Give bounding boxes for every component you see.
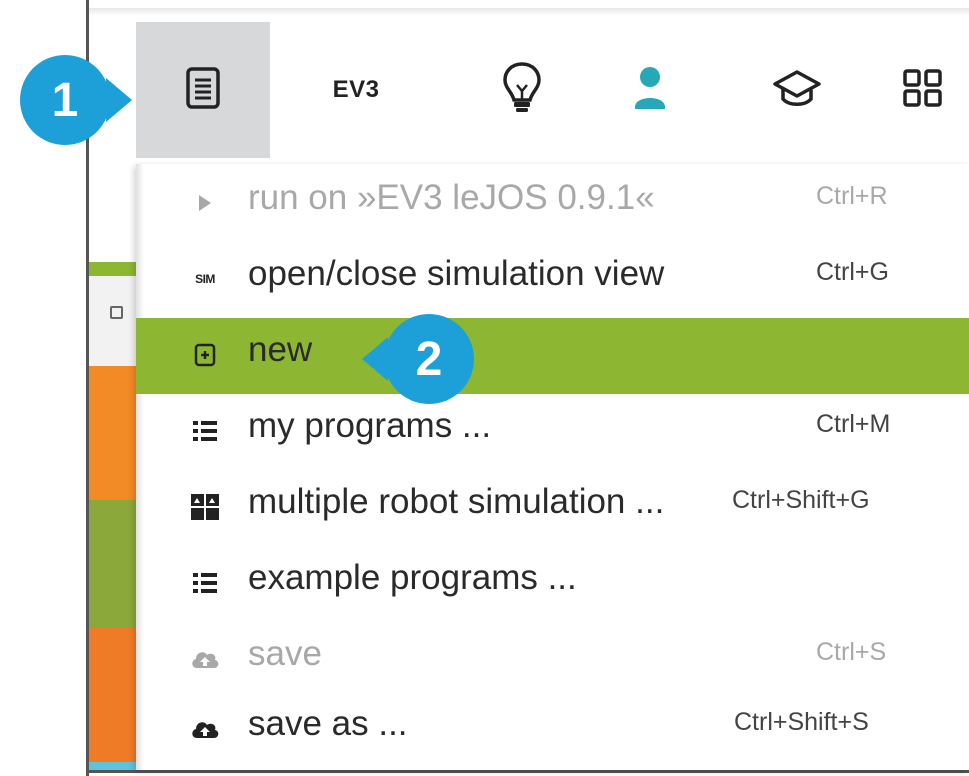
grid-squares-icon — [190, 492, 220, 522]
menu-item-shortcut: Ctrl+S — [816, 638, 887, 666]
more-menu-button[interactable] — [902, 22, 969, 158]
menu-item-label: multiple robot simulation ... — [248, 482, 665, 521]
list-icon — [190, 568, 220, 598]
menu-item-multiple-robot-simulation[interactable]: multiple robot simulation ... Ctrl+Shift… — [136, 470, 969, 546]
menu-item-simulation-view[interactable]: SIM open/close simulation view Ctrl+G — [136, 242, 969, 318]
sim-badge: SIM — [195, 272, 215, 286]
workspace-block-orange[interactable] — [89, 366, 136, 500]
robot-menu-button[interactable]: EV3 — [289, 22, 423, 158]
ev3-label: EV3 — [332, 76, 380, 103]
workspace-bar-green — [89, 262, 136, 276]
list-icon — [190, 416, 220, 446]
grid-icon — [902, 68, 948, 113]
play-icon — [190, 188, 220, 218]
menu-item-run[interactable]: run on »EV3 leJOS 0.9.1« Ctrl+R — [136, 166, 969, 242]
help-menu-button[interactable] — [455, 22, 589, 158]
menu-item-new[interactable]: new — [136, 318, 969, 394]
menu-item-shortcut: Ctrl+G — [816, 258, 889, 286]
menu-item-save-as[interactable]: save as ... Ctrl+Shift+S — [136, 692, 969, 768]
workspace-block-orange-2[interactable] — [89, 628, 136, 762]
new-file-icon — [190, 340, 220, 370]
program-menu-button[interactable] — [136, 22, 270, 158]
menu-item-save[interactable]: save Ctrl+S — [136, 622, 969, 698]
menu-item-label: my programs ... — [248, 406, 492, 445]
sim-icon: SIM — [190, 264, 220, 294]
cloud-upload-icon — [190, 644, 220, 674]
menu-item-shortcut: Ctrl+Shift+G — [732, 486, 870, 514]
graduation-cap-icon — [772, 68, 822, 113]
menu-item-shortcut: Ctrl+M — [816, 410, 891, 438]
menu-item-label: example programs ... — [248, 558, 577, 597]
menu-item-label: new — [248, 330, 313, 369]
menu-item-shortcut: Ctrl+R — [816, 182, 888, 210]
menu-item-example-programs[interactable]: example programs ... — [136, 546, 969, 622]
workspace-block-green[interactable] — [89, 500, 136, 628]
menu-item-label: open/close simulation view — [248, 254, 665, 293]
program-menu-icon — [185, 66, 221, 115]
step-callout-2: 2 — [362, 314, 474, 404]
menu-item-shortcut: Ctrl+Shift+S — [734, 708, 869, 736]
menu-item-label: run on »EV3 leJOS 0.9.1« — [248, 178, 655, 217]
user-icon — [633, 65, 667, 116]
window-border-bottom — [86, 770, 969, 773]
toolbar-top-edge — [89, 8, 969, 16]
user-menu-button[interactable] — [583, 22, 717, 158]
menu-item-label: save — [248, 634, 322, 673]
gallery-menu-button[interactable] — [730, 22, 864, 158]
menu-item-my-programs[interactable]: my programs ... Ctrl+M — [136, 394, 969, 470]
workspace-block-cyan[interactable] — [89, 762, 136, 770]
menu-item-label: save as ... — [248, 704, 408, 743]
lightbulb-icon — [502, 61, 542, 120]
cloud-upload-icon — [190, 714, 220, 744]
workspace-square-icon — [110, 306, 123, 319]
workspace-bar-gray — [89, 276, 136, 366]
step-callout-1: 1 — [20, 55, 132, 145]
